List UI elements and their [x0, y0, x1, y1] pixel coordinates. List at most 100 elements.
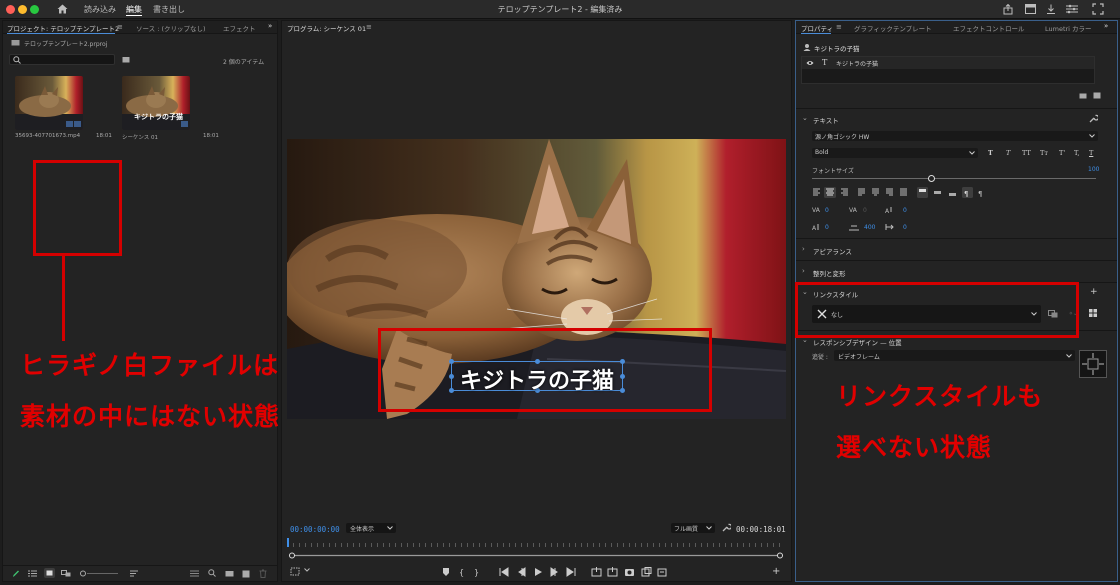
new-layer-icon[interactable]: [1093, 92, 1101, 99]
new-layer-group-icon[interactable]: [1079, 93, 1087, 99]
paragraph-align-buttons: ¶ ¶: [812, 187, 992, 198]
align-transform-section-header[interactable]: › 整列と変形: [796, 265, 1094, 279]
project-tabs: プロジェクト: テロップテンプレート2 ≡ ソース : (クリップなし) エフェ…: [3, 21, 277, 34]
sequence-thumbnail[interactable]: キジトラの子猫: [122, 76, 190, 130]
appearance-section-title: アピアランス: [813, 248, 852, 256]
zoom-select[interactable]: 全体表示: [346, 523, 396, 533]
find-icon[interactable]: [208, 569, 216, 577]
safe-margins-icon[interactable]: [290, 567, 300, 576]
pin-to-edges-widget[interactable]: [1079, 350, 1107, 378]
appearance-section-header[interactable]: › アピアランス: [796, 243, 1094, 257]
divider: [796, 260, 1117, 261]
more-panels-icon[interactable]: »: [1104, 22, 1108, 30]
quality-select[interactable]: フル画質: [671, 523, 715, 533]
window-title: テロップテンプレート2 - 編集済み: [497, 5, 623, 14]
zoom-slider[interactable]: [80, 570, 120, 577]
add-style-icon[interactable]: +: [1090, 287, 1098, 297]
tab-effect-controls[interactable]: エフェクトコントロール: [953, 23, 1025, 33]
subscript-button[interactable]: T,: [1074, 149, 1079, 157]
all-caps-button[interactable]: TT: [1022, 149, 1031, 157]
baseline-shift-value[interactable]: 0: [903, 207, 907, 214]
kerning-value[interactable]: 0: [825, 207, 829, 214]
tab-width-icon: [885, 223, 895, 231]
new-bin-from-search-icon[interactable]: [122, 56, 130, 63]
add-button-icon[interactable]: +: [772, 566, 780, 577]
program-monitor-panel: プログラム: シーケンス 01 ≡ キジトラの子猫 00:00:00:00 全体…: [281, 20, 792, 582]
align-transform-section-title: 整列と変形: [813, 270, 846, 278]
new-item-icon[interactable]: [242, 570, 250, 578]
playback-scrubber[interactable]: [289, 552, 783, 559]
underline-button[interactable]: T: [1089, 149, 1093, 157]
baseline-shift-icon: A: [885, 206, 894, 214]
annotation-box-link-style: [795, 282, 1079, 338]
icon-view-button[interactable]: [44, 568, 55, 578]
chevron-down-icon: [969, 151, 975, 155]
tab-program[interactable]: プログラム: シーケンス 01: [287, 23, 366, 33]
properties-menu-icon[interactable]: ≡: [836, 23, 842, 31]
project-panel: プロジェクト: テロップテンプレート2 ≡ ソース : (クリップなし) エフェ…: [2, 20, 278, 582]
annotation-connector: [62, 256, 65, 341]
program-menu-icon[interactable]: ≡: [366, 23, 372, 31]
tab-effects[interactable]: エフェクト: [223, 23, 256, 33]
grid-view-icon[interactable]: [1089, 309, 1097, 317]
sequence-name: シーケンス 01: [122, 135, 158, 141]
font-size-value[interactable]: 100: [1088, 166, 1099, 173]
annotation-right-line2: 選べない状態: [836, 433, 993, 462]
quality-select-value: フル画質: [674, 526, 699, 533]
eye-icon[interactable]: [806, 60, 814, 66]
slider-track: [812, 178, 1096, 179]
progress-icon[interactable]: [1066, 4, 1078, 14]
font-style-value: Bold: [815, 149, 829, 156]
tab-source[interactable]: ソース : (クリップなし): [136, 23, 206, 33]
more-panels-icon[interactable]: »: [268, 22, 272, 30]
current-timecode[interactable]: 00:00:00:00: [290, 525, 340, 534]
freeform-view-icon[interactable]: [61, 570, 71, 577]
workspace-icon[interactable]: [1025, 4, 1036, 14]
fullscreen-icon[interactable]: [1092, 3, 1104, 15]
small-caps-button[interactable]: Tт: [1040, 149, 1048, 157]
annotation-box-empty-project: [33, 160, 122, 256]
font-style-select[interactable]: Bold: [812, 148, 978, 158]
sort-icon[interactable]: [130, 570, 138, 577]
tab-lumetri-color[interactable]: Lumetri カラー: [1045, 23, 1092, 33]
wrench-icon[interactable]: [722, 523, 731, 532]
clip-thumbnail[interactable]: [15, 76, 83, 130]
share-icon[interactable]: [1003, 4, 1013, 15]
leading-value[interactable]: 0: [825, 224, 829, 231]
quick-export-icon[interactable]: [1046, 4, 1056, 15]
superscript-button[interactable]: T': [1059, 149, 1065, 157]
pencil-icon[interactable]: [12, 569, 20, 578]
active-menu-indicator: [126, 15, 142, 16]
bin-icon: [11, 39, 20, 46]
wrench-icon[interactable]: [1089, 114, 1098, 123]
video-badge-icon: [66, 121, 73, 127]
automate-icon[interactable]: [190, 570, 199, 577]
faux-bold-button[interactable]: T: [988, 149, 993, 157]
font-size-slider[interactable]: [812, 175, 1096, 182]
slider-thumb[interactable]: [927, 175, 935, 182]
chevron-down-icon[interactable]: [304, 568, 310, 572]
tab-width-value[interactable]: 0: [903, 224, 907, 231]
faux-italic-button[interactable]: T: [1006, 149, 1010, 157]
tsume-value[interactable]: 400: [864, 224, 875, 231]
new-bin-icon[interactable]: [225, 570, 234, 577]
layer-row[interactable]: T キジトラの子猫: [802, 57, 1094, 69]
list-view-icon[interactable]: [28, 570, 37, 577]
sequence-badge-icon: [181, 121, 188, 127]
tab-project[interactable]: プロジェクト: テロップテンプレート2: [7, 23, 119, 33]
project-filename: テロップテンプレート2.prproj: [24, 41, 108, 48]
svg-text:¶: ¶: [978, 190, 982, 198]
annotation-left-line2: 素材の中にはない状態: [20, 402, 281, 431]
tab-essential-graphics[interactable]: グラフィックテンプレート: [854, 23, 932, 33]
text-section-header[interactable]: ⌄ テキスト: [796, 112, 1094, 126]
time-ruler[interactable]: [287, 538, 785, 548]
tab-properties[interactable]: プロパティ: [801, 23, 833, 33]
panel-menu-icon[interactable]: ≡: [117, 23, 123, 31]
tracking-icon: VA: [849, 206, 858, 214]
project-toolbar: [3, 565, 277, 581]
tracking-value[interactable]: 0: [863, 207, 867, 214]
follow-select[interactable]: ビデオフレーム: [834, 350, 1075, 361]
font-family-select[interactable]: 源ノ角ゴシック HW: [812, 131, 1098, 141]
trash-icon[interactable]: [259, 569, 267, 578]
project-search-input[interactable]: [9, 54, 115, 65]
